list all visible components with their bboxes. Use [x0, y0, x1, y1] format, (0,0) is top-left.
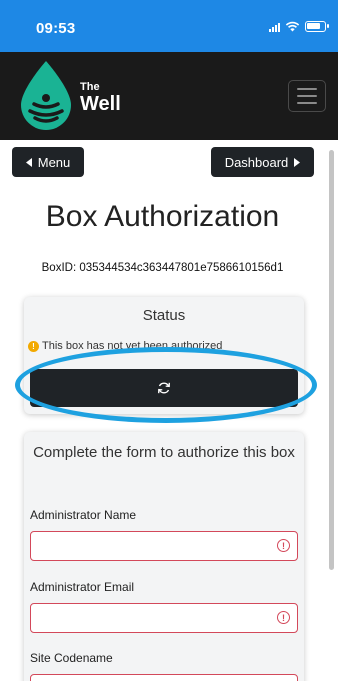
brand-line-1: The	[80, 81, 100, 93]
error-icon: !	[277, 539, 290, 552]
administrator-name-label: Administrator Name	[30, 508, 137, 522]
administrator-name-input[interactable]	[30, 531, 298, 561]
menu-button[interactable]: Menu	[12, 147, 84, 177]
highlight-ring-annotation	[15, 347, 317, 423]
dashboard-button[interactable]: Dashboard	[211, 147, 314, 177]
brand-line-2: Well	[80, 93, 121, 115]
status-time: 09:53	[36, 20, 76, 37]
administrator-email-label: Administrator Email	[30, 580, 135, 594]
site-codename-input[interactable]	[30, 674, 298, 681]
hamburger-icon	[297, 88, 317, 90]
status-bar: 09:53	[0, 0, 338, 52]
administrator-email-wrapper: !	[30, 603, 298, 633]
caret-right-icon	[294, 157, 301, 167]
caret-left-icon	[25, 157, 32, 167]
menu-button-label: Menu	[37, 154, 71, 170]
administrator-name-wrapper: !	[30, 531, 298, 561]
scrollbar[interactable]	[329, 150, 334, 570]
dashboard-button-label: Dashboard	[224, 154, 289, 170]
battery-icon	[305, 21, 329, 32]
wifi-icon	[285, 21, 300, 32]
administrator-email-input[interactable]	[30, 603, 298, 633]
signal-icon	[269, 22, 280, 32]
navbar-toggle-button[interactable]	[288, 80, 326, 112]
status-card-title: Status	[142, 307, 186, 324]
error-icon: !	[277, 611, 290, 624]
site-codename-wrapper	[30, 674, 298, 681]
status-icons	[269, 21, 329, 32]
page-title: Box Authorization	[45, 200, 280, 233]
navbar: The Well	[0, 52, 338, 140]
water-drop-logo-icon[interactable]	[15, 59, 77, 131]
warning-icon: !	[28, 340, 39, 352]
brand-name[interactable]: The Well	[80, 81, 121, 115]
site-codename-label: Site Codename	[30, 651, 113, 665]
authorization-form-card: Complete the form to authorize this box …	[24, 432, 304, 681]
box-id: BoxID: 035344534c363447801e7586610156d1	[41, 262, 284, 274]
form-heading: Complete the form to authorize this box	[33, 444, 295, 461]
